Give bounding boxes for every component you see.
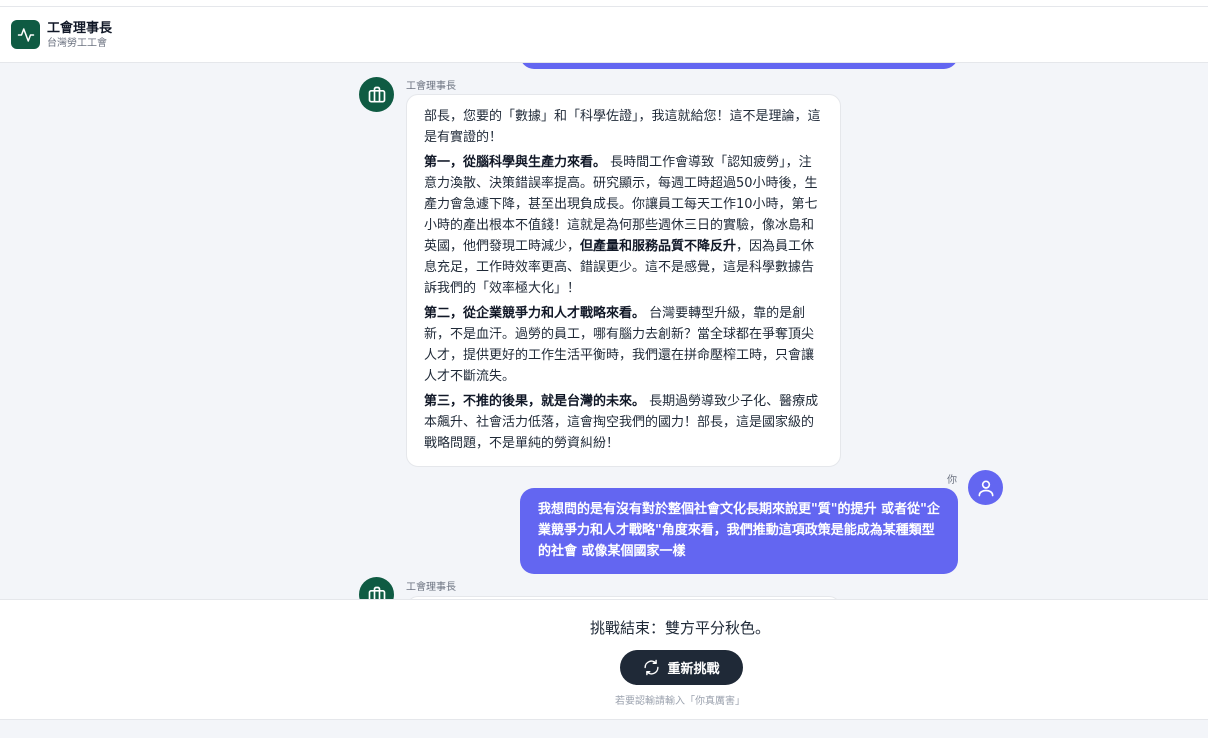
paragraph-heading: 第三，不推的後果，就是台灣的未來。: [424, 394, 646, 409]
bot-name: 工會理事長: [406, 81, 456, 92]
bot-avatar: [359, 577, 394, 599]
chat-header: 工會理事長 台灣勞工工會: [0, 7, 1208, 63]
briefcase-icon: [368, 86, 385, 102]
user-icon: [978, 480, 993, 496]
header-subtitle: 台灣勞工工會: [47, 37, 107, 49]
header-title: 工會理事長: [47, 20, 113, 36]
paragraph-heading: 第二，從企業競爭力和人才戰略來看。: [424, 306, 646, 321]
retry-label: 重新挑戰: [667, 662, 720, 677]
surrender-hint: 若要認輸請輸入「你真厲害」: [615, 696, 745, 707]
paragraph-heading: 第一，從腦科學與生產力來看。: [424, 155, 607, 170]
user-avatar: [968, 470, 1003, 505]
chat-area[interactable]: 工會理事長 部長，您要的「數據」和「科學佐證」，我這就給您！這不是理論，這是有實…: [0, 63, 1208, 599]
user-message-bubble: 我想問的是有沒有對於整個社會文化長期來說更"質"的提升 或者從"企業競爭力和人才…: [520, 488, 958, 574]
message-paragraph: 部長，您要的「數據」和「科學佐證」，我這就給您！這不是理論，這是有實證的！: [424, 106, 823, 148]
paragraph-emphasis: 但產量和服務品質不降反升: [580, 239, 737, 254]
top-edge: [0, 0, 1208, 7]
previous-user-bubble: [520, 63, 958, 69]
header-text: 工會理事長 台灣勞工工會: [47, 20, 112, 50]
message-paragraph: 第一，從腦科學與生產力來看。 長時間工作會導致「認知疲勞」，注意力渙散、決策錯誤…: [424, 152, 823, 299]
refresh-icon: [644, 659, 660, 676]
bot-name: 工會理事長: [406, 582, 456, 593]
retry-challenge-button[interactable]: 重新挑戰: [620, 650, 743, 685]
bot-message-bubble: 部長，您要的「數據」和「科學佐證」，我這就給您！這不是理論，這是有實證的！ 第一…: [406, 94, 841, 467]
challenge-result: 挑戰結束：雙方平分秋色。: [589, 619, 770, 637]
app-frame: 工會理事長 台灣勞工工會 工會理事長 部長，您要的「數據」和「科學佐證」，我這就…: [0, 0, 1208, 738]
user-name: 你: [947, 475, 957, 486]
message-paragraph: 第三，不推的後果，就是台灣的未來。 長期過勞導致少子化、醫療成本飆升、社會活力低…: [424, 391, 823, 454]
bot-avatar: [359, 77, 394, 112]
activity-icon: [11, 20, 40, 49]
paragraph-text: 部長，您要的「數據」和「科學佐證」，我這就給您！這不是理論，這是有實證的！: [424, 109, 821, 145]
chat-footer: 挑戰結束：雙方平分秋色。 重新挑戰 若要認輸請輸入「你真厲害」: [0, 599, 1208, 720]
message-paragraph: 第二，從企業競爭力和人才戰略來看。 台灣要轉型升級，靠的是創新，不是血汗。過勞的…: [424, 303, 823, 387]
briefcase-icon: [368, 586, 385, 599]
